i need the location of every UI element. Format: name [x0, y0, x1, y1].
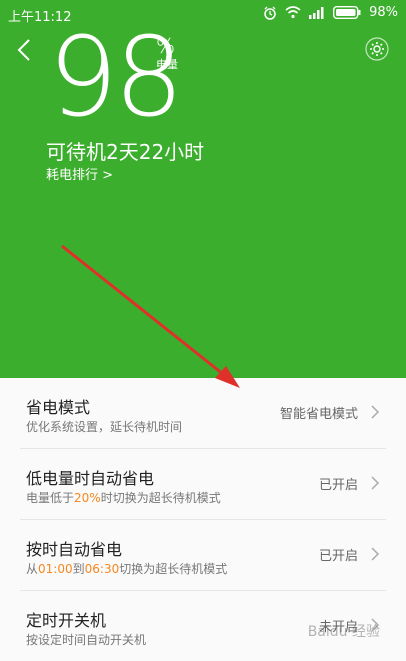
- row-value: 已开启: [318, 549, 358, 564]
- row-value: 已开启: [318, 478, 358, 493]
- wifi-icon: [285, 6, 301, 19]
- power-save-mode-row[interactable]: 省电模式 优化系统设置，延长待机时间 智能省电模式: [20, 378, 386, 449]
- battery-header: 上午11:12 98% 98 % 电量 可待机2天22小时 耗电排行 >: [0, 0, 406, 378]
- watermark: Baidu 经验: [307, 624, 380, 640]
- back-icon[interactable]: [16, 38, 32, 66]
- threshold-value: 20%: [74, 491, 101, 505]
- row-subtitle: 优化系统设置，延长待机时间: [26, 420, 183, 434]
- battery-percent-text: 98%: [369, 5, 398, 20]
- gear-icon[interactable]: [364, 36, 390, 66]
- standby-time: 可待机2天22小时: [46, 140, 205, 164]
- row-subtitle: 从01:00到06:30切换为超长待机模式: [26, 562, 228, 576]
- low-battery-auto-save-row[interactable]: 低电量时自动省电 电量低于20%时切换为超长待机模式 已开启: [20, 449, 386, 520]
- status-icons: 98%: [263, 5, 398, 20]
- row-title: 低电量时自动省电: [26, 469, 155, 488]
- signal-icon: [309, 6, 325, 19]
- battery-label: 电量: [156, 58, 178, 71]
- scheduled-auto-save-row[interactable]: 按时自动省电 从01:00到06:30切换为超长待机模式 已开启: [20, 520, 386, 591]
- alarm-icon: [263, 6, 277, 20]
- row-title: 按时自动省电: [26, 540, 123, 559]
- end-time: 06:30: [84, 562, 120, 576]
- row-title: 定时开关机: [26, 611, 107, 630]
- chevron-right-icon: [370, 404, 380, 424]
- power-rank-link[interactable]: 耗电排行 >: [46, 164, 113, 183]
- chevron-right-icon: [370, 546, 380, 566]
- row-subtitle: 电量低于20%时切换为超长待机模式: [26, 491, 221, 505]
- settings-list: 省电模式 优化系统设置，延长待机时间 智能省电模式 低电量时自动省电 电量低于2…: [0, 378, 406, 661]
- battery-icon: [333, 6, 361, 19]
- row-value: 智能省电模式: [279, 407, 358, 422]
- row-subtitle: 按设定时间自动开关机: [26, 633, 147, 647]
- row-title: 省电模式: [26, 398, 91, 417]
- start-time: 01:00: [38, 562, 73, 576]
- percent-sign: %: [156, 34, 176, 58]
- chevron-right-icon: [370, 475, 380, 495]
